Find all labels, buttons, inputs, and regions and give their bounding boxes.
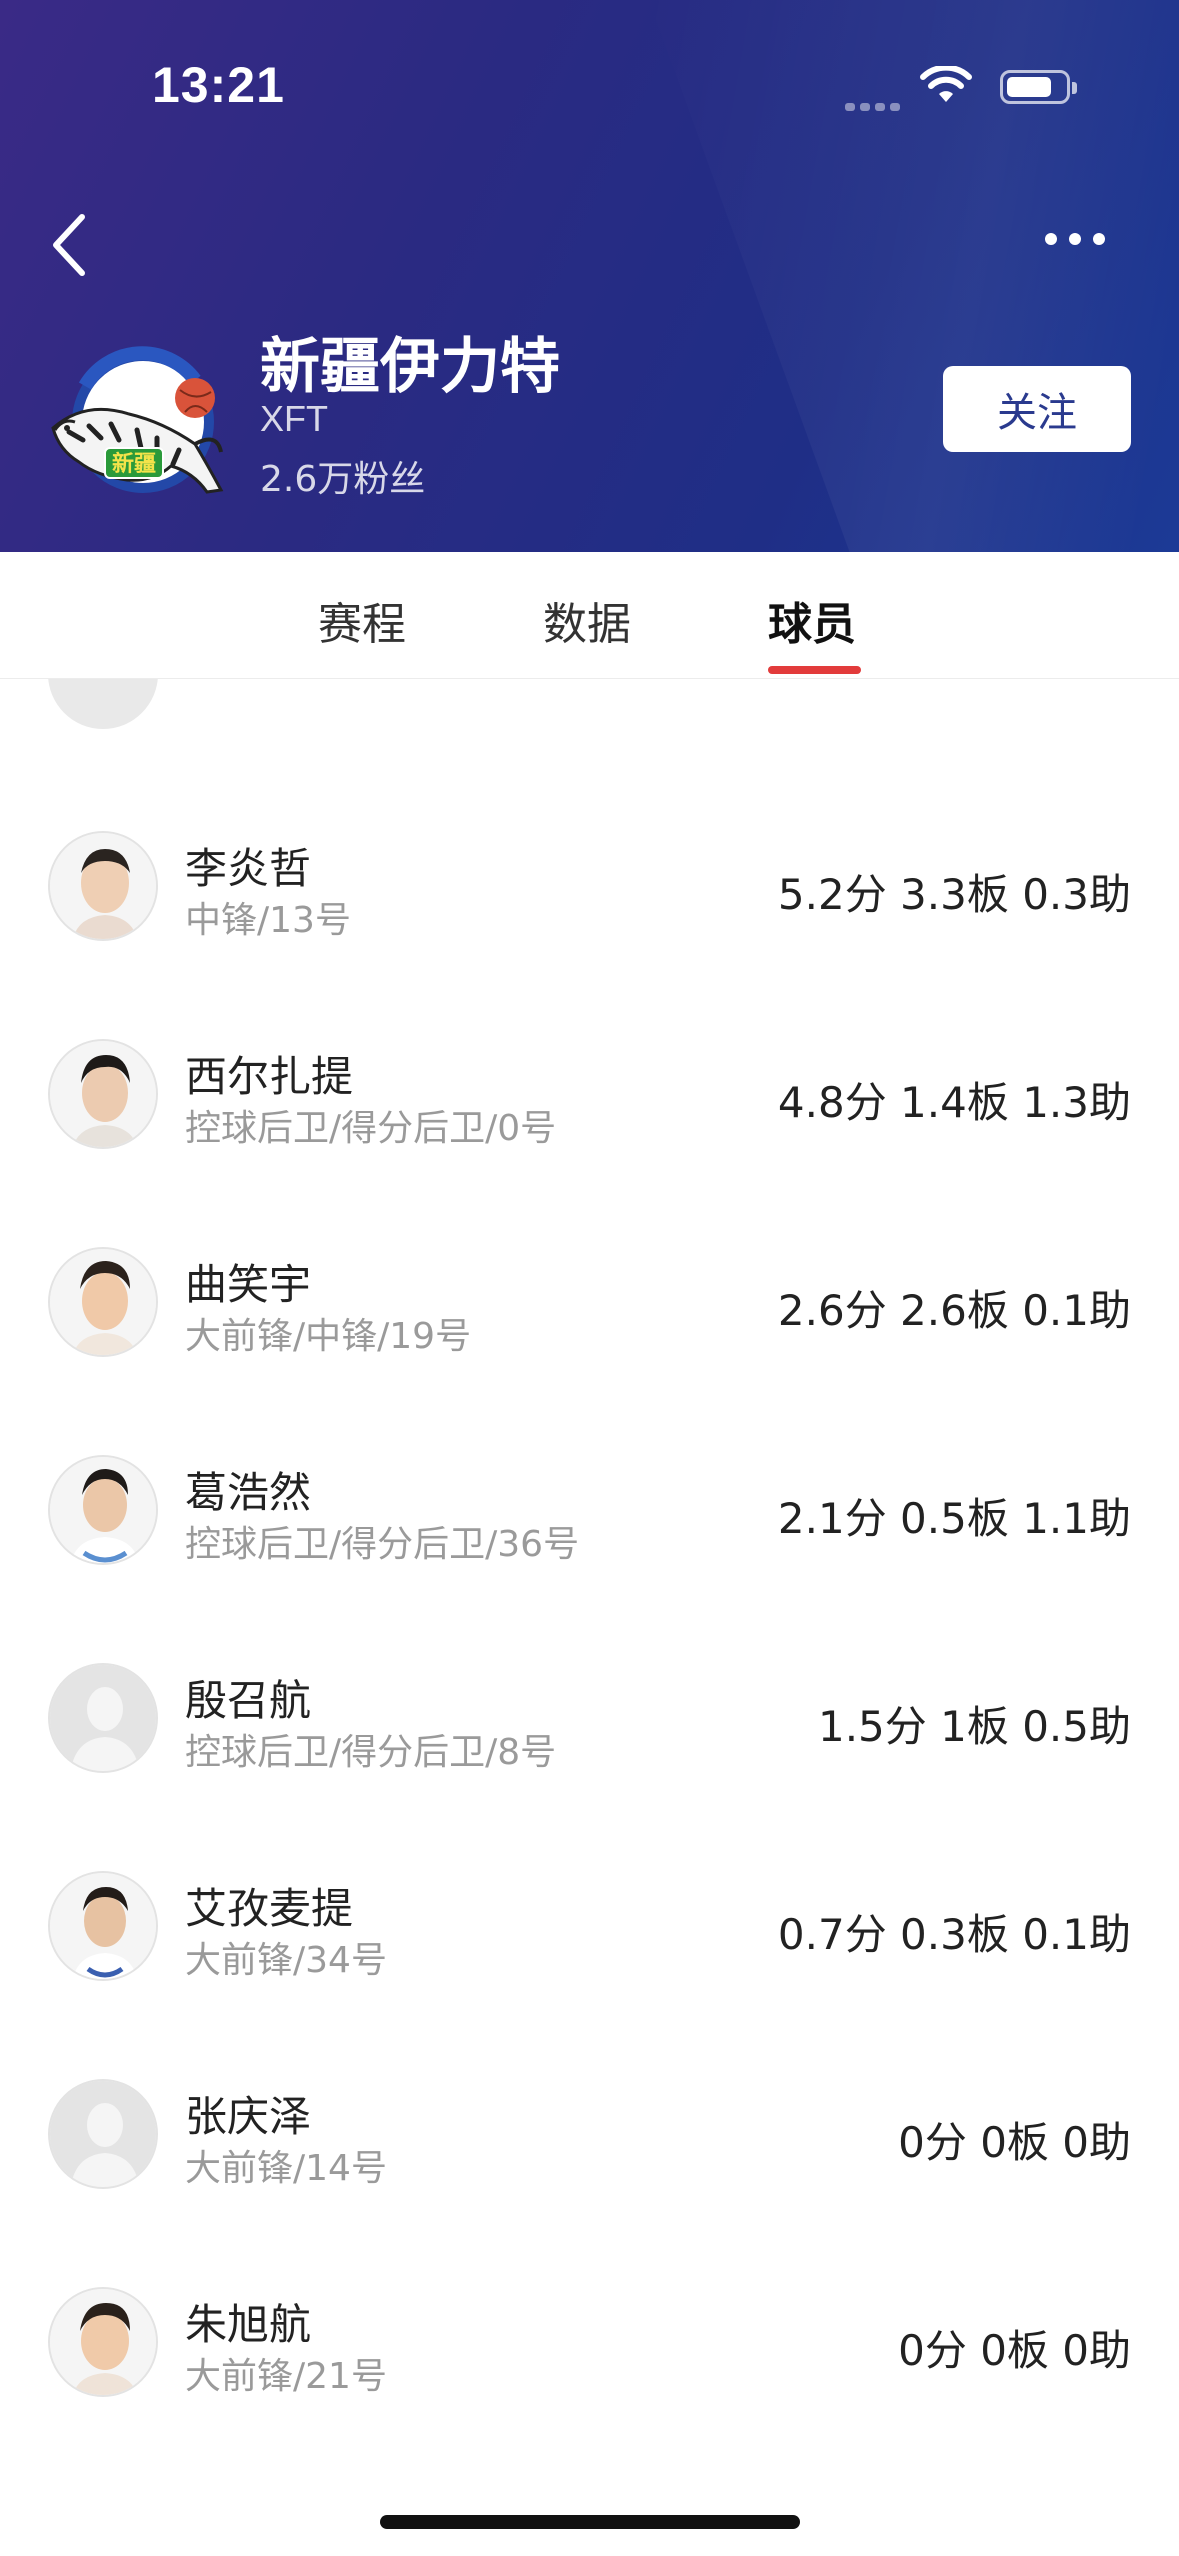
player-avatar <box>48 1039 158 1149</box>
tab-bar: 赛程 数据 球员 <box>0 552 1179 679</box>
player-name: 张庆泽 <box>185 2092 312 2141</box>
default-avatar-icon <box>48 2079 158 2189</box>
player-avatar <box>48 2287 158 2397</box>
player-row[interactable]: 曲笑宇 大前锋/中锋/19号 2.6分 2.6板 0.1助 <box>0 1199 1179 1407</box>
player-stats: 4.8分 1.4板 1.3助 <box>777 1078 1131 1127</box>
team-name: 新疆伊力特 <box>260 332 560 402</box>
player-stats: 2.6分 2.6板 0.1助 <box>777 1286 1131 1335</box>
player-position: 大前锋/34号 <box>185 1940 387 1981</box>
player-position: 控球后卫/得分后卫/36号 <box>185 1524 580 1565</box>
chevron-left-icon <box>53 214 85 276</box>
tab-schedule[interactable]: 赛程 <box>318 588 406 652</box>
battery-icon <box>1000 70 1077 104</box>
player-stats: 5.2分 3.3板 0.3助 <box>777 870 1131 919</box>
team-header: 13:21 新疆 新疆伊力特 XFT 2.6万粉丝 关注 <box>0 0 1179 552</box>
player-name: 李炎哲 <box>185 844 312 893</box>
player-row[interactable]: 张庆泽 大前锋/14号 0分 0板 0助 <box>0 2031 1179 2239</box>
player-name: 艾孜麦提 <box>185 1884 354 1933</box>
player-stats: 2.1分 0.5板 1.1助 <box>777 1494 1131 1543</box>
more-options-button[interactable] <box>1045 230 1125 270</box>
player-name: 曲笑宇 <box>185 1260 312 1309</box>
player-position: 大前锋/14号 <box>185 2148 387 2189</box>
player-row[interactable]: 西尔扎提 控球后卫/得分后卫/0号 4.8分 1.4板 1.3助 <box>0 991 1179 1199</box>
tab-stats[interactable]: 数据 <box>543 588 631 652</box>
player-stats: 0分 0板 0助 <box>898 2118 1131 2167</box>
player-row[interactable]: 艾孜麦提 大前锋/34号 0.7分 0.3板 0.1助 <box>0 1823 1179 2031</box>
player-stats: 0分 0板 0助 <box>898 2326 1131 2375</box>
player-row[interactable]: 朱旭航 大前锋/21号 0分 0板 0助 <box>0 2239 1179 2447</box>
player-position: 控球后卫/得分后卫/8号 <box>185 1732 557 1773</box>
player-name: 西尔扎提 <box>185 1052 354 1101</box>
default-avatar-icon <box>48 1663 158 1773</box>
list-item-partial <box>0 679 1179 729</box>
player-avatar <box>48 1247 158 1357</box>
player-position: 控球后卫/得分后卫/0号 <box>185 1108 557 1149</box>
follow-button[interactable]: 关注 <box>943 366 1131 452</box>
player-position: 大前锋/21号 <box>185 2356 387 2397</box>
wifi-icon <box>920 66 972 102</box>
team-abbreviation: XFT <box>260 398 328 439</box>
player-stats: 0.7分 0.3板 0.1助 <box>777 1910 1131 1959</box>
logo-text: 新疆 <box>112 451 156 477</box>
back-button[interactable] <box>40 205 100 285</box>
player-list[interactable]: 李炎哲 中锋/13号 5.2分 3.3板 0.3助 西尔扎提 控球后卫/得分后卫… <box>0 679 1179 2479</box>
tab-players[interactable]: 球员 <box>768 588 856 652</box>
more-icon <box>1045 230 1117 249</box>
player-row[interactable]: 葛浩然 控球后卫/得分后卫/36号 2.1分 0.5板 1.1助 <box>0 1407 1179 1615</box>
player-avatar <box>48 1871 158 1981</box>
player-position: 大前锋/中锋/19号 <box>185 1316 472 1357</box>
player-avatar <box>48 1455 158 1565</box>
player-row[interactable]: 殷召航 控球后卫/得分后卫/8号 1.5分 1板 0.5助 <box>0 1615 1179 1823</box>
avatar <box>48 679 158 729</box>
team-logo: 新疆 <box>45 340 225 520</box>
player-avatar <box>48 831 158 941</box>
player-name: 朱旭航 <box>185 2300 312 2349</box>
active-tab-indicator <box>768 666 861 674</box>
team-fans-count: 2.6万粉丝 <box>260 459 426 500</box>
header-sheen <box>645 0 1179 552</box>
player-name: 葛浩然 <box>185 1468 312 1517</box>
player-name: 殷召航 <box>185 1676 312 1725</box>
status-time: 13:21 <box>152 57 285 113</box>
home-indicator[interactable] <box>380 2515 800 2529</box>
player-stats: 1.5分 1板 0.5助 <box>817 1702 1131 1751</box>
player-position: 中锋/13号 <box>185 900 351 941</box>
player-row[interactable]: 李炎哲 中锋/13号 5.2分 3.3板 0.3助 <box>0 783 1179 991</box>
signal-icon <box>845 96 905 115</box>
